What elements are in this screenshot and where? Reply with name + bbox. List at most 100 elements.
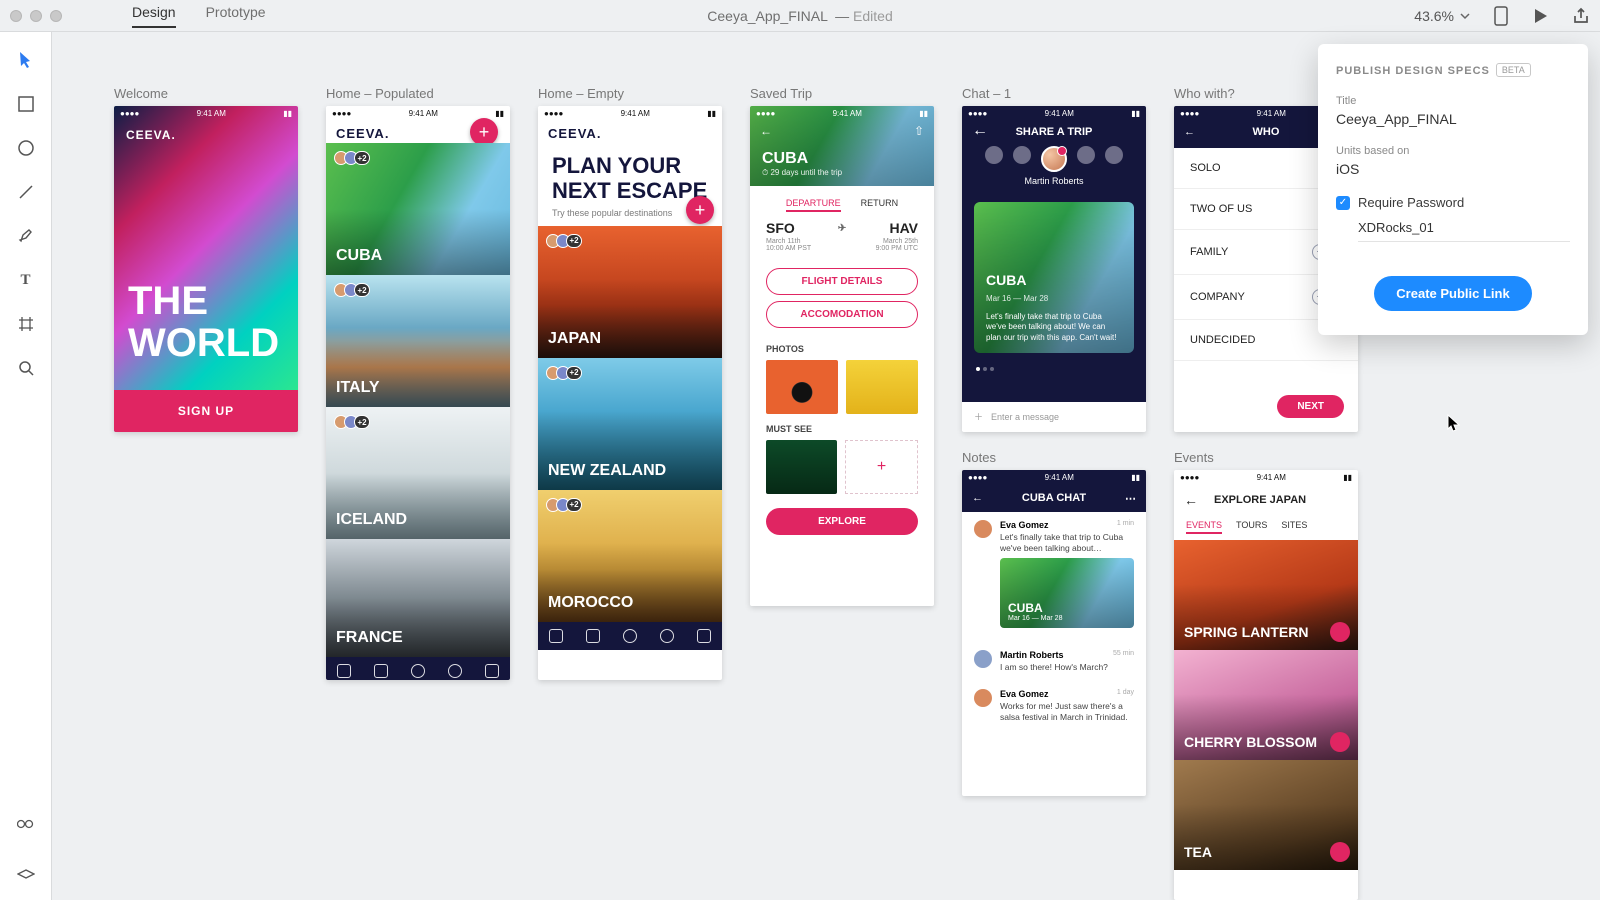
layers-icon[interactable] [16, 866, 36, 886]
add-fab[interactable]: + [686, 196, 714, 224]
share-icon[interactable] [1572, 7, 1590, 25]
artboard-label[interactable]: Events [1174, 450, 1214, 465]
document-edited-badge: Edited [853, 8, 893, 24]
share-icon[interactable]: ⇧ [914, 124, 924, 138]
notes-title: CUBA CHAT [1022, 492, 1086, 504]
artboard-notes[interactable]: ●●●●9:41 AM▮▮ ←CUBA CHAT⋯ Eva Gomez1 min… [962, 470, 1146, 796]
artboard-label[interactable]: Welcome [114, 86, 168, 101]
msg-text: Let's finally take that trip to Cuba we'… [1000, 532, 1134, 554]
artboard-label[interactable]: Saved Trip [750, 86, 812, 101]
line-tool-icon[interactable] [16, 182, 36, 202]
tab-prototype[interactable]: Prototype [206, 4, 266, 28]
trip-card[interactable]: CUBA Mar 16 — Mar 28 Let's finally take … [974, 202, 1134, 353]
app-top-bar: Design Prototype Ceeya_App_FINAL — Edite… [0, 0, 1600, 32]
zoom-tool-icon[interactable] [16, 358, 36, 378]
artboard-label[interactable]: Notes [962, 450, 996, 465]
more-icon[interactable]: ⋯ [1125, 492, 1136, 505]
pen-tool-icon[interactable] [16, 226, 36, 246]
compose-input[interactable]: Enter a message [991, 412, 1059, 422]
tab-sites[interactable]: SITES [1281, 520, 1307, 534]
event-name: CHERRY BLOSSOM [1184, 734, 1317, 750]
artboard-chat[interactable]: ●●●●9:41 AM▮▮ ←SHARE A TRIP Martin Rober… [962, 106, 1146, 432]
dest-name: FRANCE [336, 629, 403, 647]
event-name: SPRING LANTERN [1184, 624, 1308, 640]
next-button[interactable]: NEXT [1277, 395, 1344, 418]
trip-title: CUBA [762, 150, 922, 168]
msg-time: 1 day [1117, 689, 1134, 699]
from-code: SFO [766, 220, 795, 236]
explore-button[interactable]: EXPLORE [766, 508, 918, 535]
artboard-label[interactable]: Who with? [1174, 86, 1235, 101]
ellipse-tool-icon[interactable] [16, 138, 36, 158]
title-field[interactable]: Ceeya_App_FINAL [1336, 111, 1570, 127]
back-icon[interactable]: ← [972, 492, 983, 504]
photos-label: PHOTOS [750, 334, 934, 360]
tab-events[interactable]: EVENTS [1186, 520, 1222, 534]
tool-sidebar: T [0, 32, 52, 900]
mustsee-label: MUST SEE [750, 414, 934, 440]
add-icon[interactable]: ＋ [974, 410, 983, 423]
artboard-tool-icon[interactable] [16, 314, 36, 334]
bottom-nav[interactable] [326, 657, 510, 680]
status-time: 9:41 AM [621, 109, 650, 118]
chat-title: SHARE A TRIP [962, 120, 1146, 144]
status-time: 9:41 AM [197, 109, 226, 118]
tab-departure[interactable]: DEPARTURE [786, 198, 841, 212]
select-tool-icon[interactable] [16, 50, 36, 70]
plan-title: PLAN YOUR NEXT ESCAPE [538, 147, 722, 204]
rectangle-tool-icon[interactable] [16, 94, 36, 114]
event-fab[interactable] [1330, 622, 1350, 642]
require-password-label: Require Password [1358, 195, 1464, 210]
dest-name: MOROCCO [548, 594, 633, 612]
event-fab[interactable] [1330, 732, 1350, 752]
artboard-saved-trip[interactable]: ●●●●9:41 AM▮▮ ←⇧ CUBA ⏱ 29 days until th… [750, 106, 934, 606]
selected-user: Martin Roberts [962, 176, 1146, 194]
tab-design[interactable]: Design [132, 4, 176, 28]
avatars-more: +2 [566, 234, 582, 248]
artboard-home-empty[interactable]: ●●●●9:41 AM▮▮ CEEVA. PLAN YOUR NEXT ESCA… [538, 106, 722, 680]
status-time: 9:41 AM [1045, 109, 1074, 118]
document-name: Ceeya_App_FINAL [707, 8, 827, 24]
panel-heading: PUBLISH DESIGN SPECS [1336, 65, 1490, 77]
assets-icon[interactable] [16, 814, 36, 834]
to-code: HAV [889, 220, 918, 236]
card-text: Let's finally take that trip to Cuba we'… [986, 312, 1122, 343]
artboard-events[interactable]: ●●●●9:41 AM▮▮ ←EXPLORE JAPAN EVENTSTOURS… [1174, 470, 1358, 900]
event-fab[interactable] [1330, 842, 1350, 862]
add-fab[interactable]: + [470, 118, 498, 146]
play-preview-icon[interactable] [1532, 7, 1550, 25]
msg-author: Eva Gomez [1000, 689, 1049, 699]
artboard-label[interactable]: Home – Empty [538, 86, 624, 101]
tab-tours[interactable]: TOURS [1236, 520, 1267, 534]
text-tool-icon[interactable]: T [16, 270, 36, 290]
brand-logo: CEEVA. [548, 126, 601, 141]
status-time: 9:41 AM [1045, 473, 1074, 482]
publish-specs-popover: PUBLISH DESIGN SPECSBETA Title Ceeya_App… [1318, 44, 1588, 335]
card-dates: Mar 16 — Mar 28 [986, 294, 1048, 303]
signup-button[interactable]: SIGN UP [114, 390, 298, 432]
avatars-row [962, 144, 1146, 176]
flight-details-button[interactable]: FLIGHT DETAILS [766, 268, 918, 295]
artboard-label[interactable]: Home – Populated [326, 86, 434, 101]
msg-author: Martin Roberts [1000, 650, 1064, 660]
password-field[interactable]: XDRocks_01 [1358, 220, 1570, 242]
bottom-nav[interactable] [538, 622, 722, 650]
create-public-link-button[interactable]: Create Public Link [1374, 276, 1531, 311]
add-mustsee-button[interactable]: + [845, 440, 918, 494]
back-icon[interactable]: ← [760, 124, 772, 138]
artboard-label[interactable]: Chat – 1 [962, 86, 1011, 101]
artboard-welcome[interactable]: ●●●●9:41 AM▮▮ CEEVA. THE WORLD SIGN UP [114, 106, 298, 432]
zoom-dropdown[interactable]: 43.6% [1414, 8, 1470, 24]
back-icon[interactable]: ← [1184, 492, 1198, 508]
tab-return[interactable]: RETURN [861, 198, 899, 212]
accommodation-button[interactable]: ACCOMODATION [766, 301, 918, 328]
dest-name: CUBA [336, 247, 382, 265]
back-icon[interactable]: ← [1184, 126, 1195, 138]
artboard-home-populated[interactable]: ●●●●9:41 AM▮▮ CEEVA. + +2CUBA +2ITALY +2… [326, 106, 510, 680]
require-password-checkbox[interactable]: ✓ [1336, 196, 1350, 210]
card-title: CUBA [986, 272, 1122, 288]
units-field[interactable]: iOS [1336, 161, 1570, 177]
msg-time: 55 min [1113, 650, 1134, 660]
device-preview-icon[interactable] [1492, 7, 1510, 25]
back-icon[interactable]: ← [972, 122, 988, 140]
